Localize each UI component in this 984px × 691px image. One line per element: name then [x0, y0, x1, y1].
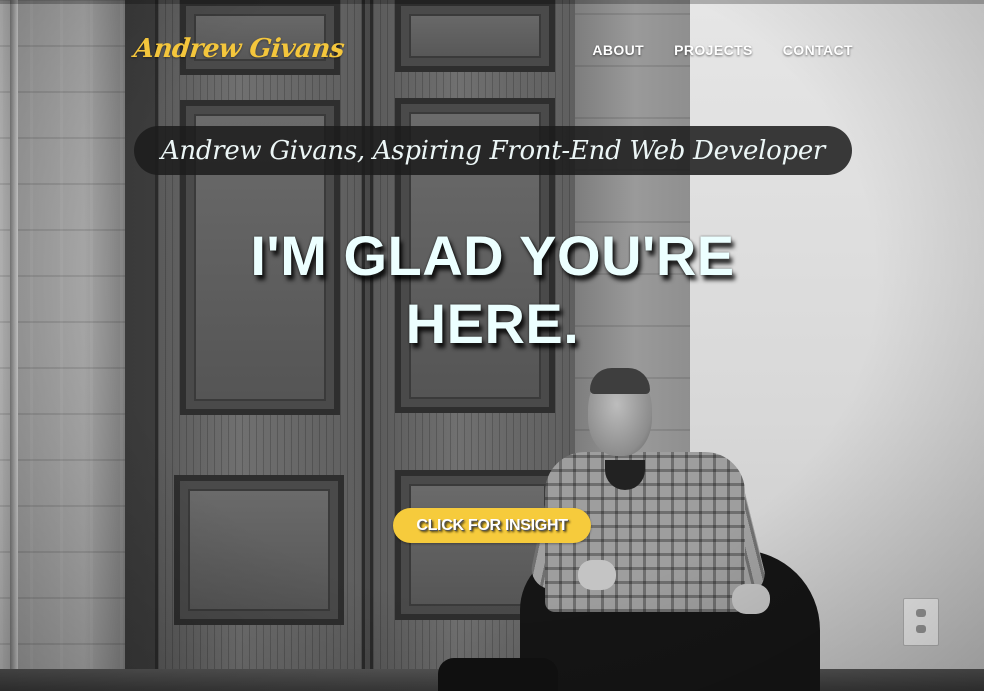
nav-link-projects[interactable]: PROJECTS [674, 42, 753, 58]
top-navigation: Andrew Givans ABOUT PROJECTS CONTACT [0, 0, 984, 100]
cta-label: CLICK FOR INSIGHT [416, 516, 568, 534]
nav-link-about[interactable]: ABOUT [592, 42, 644, 58]
headline-line-2: HERE. [405, 292, 580, 355]
nav-menu: ABOUT PROJECTS CONTACT [592, 42, 853, 58]
hero-headline: I'M GLAD YOU'RE HERE. [170, 222, 815, 358]
nav-link-contact[interactable]: CONTACT [783, 42, 853, 58]
tagline-banner: Andrew Givans, Aspiring Front-End Web De… [134, 126, 852, 175]
click-for-insight-button[interactable]: CLICK FOR INSIGHT [393, 508, 591, 543]
headline-line-1: I'M GLAD YOU'RE [250, 224, 735, 287]
brand-logo-link[interactable]: Andrew Givans [132, 34, 345, 64]
tagline-text: Andrew Givans, Aspiring Front-End Web De… [160, 135, 826, 166]
